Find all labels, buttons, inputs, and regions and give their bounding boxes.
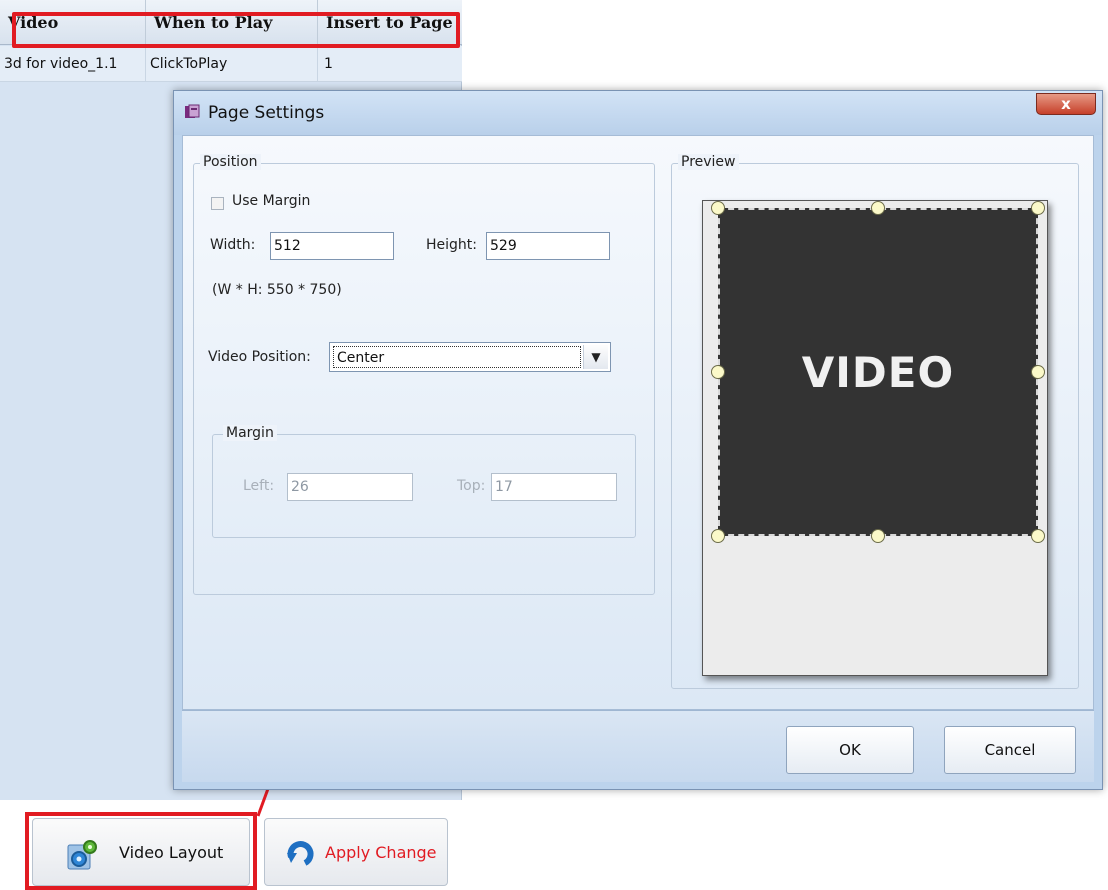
size-hint: (W * H: 550 * 750) bbox=[212, 282, 342, 298]
apply-change-button[interactable]: Apply Change bbox=[264, 818, 448, 886]
preview-group: Preview VIDEO bbox=[671, 154, 1079, 689]
chevron-down-icon[interactable]: ▼ bbox=[583, 345, 608, 369]
video-position-select[interactable]: Center ▼ bbox=[329, 342, 611, 372]
resize-handle-top-left[interactable] bbox=[711, 201, 725, 215]
height-input[interactable]: 529 bbox=[486, 232, 610, 260]
preview-legend: Preview bbox=[678, 154, 739, 170]
video-position-label: Video Position: bbox=[208, 349, 311, 365]
position-group: Position Use Margin Width: 512 Height: 5… bbox=[193, 154, 655, 595]
dialog-footer: OK Cancel bbox=[182, 710, 1094, 782]
resize-handle-bottom-right[interactable] bbox=[1031, 529, 1045, 543]
video-position-value: Center bbox=[333, 346, 581, 368]
width-label: Width: bbox=[210, 237, 256, 253]
use-margin-checkbox[interactable] bbox=[211, 197, 224, 210]
cell-video-name: 3d for video_1.1 bbox=[0, 46, 146, 82]
margin-group: Margin Left: 26 Top: 17 bbox=[212, 425, 636, 538]
margin-top-label: Top: bbox=[457, 478, 486, 494]
use-margin-label: Use Margin bbox=[232, 193, 311, 209]
video-placeholder[interactable]: VIDEO bbox=[718, 208, 1038, 536]
cancel-button[interactable]: Cancel bbox=[944, 726, 1076, 774]
dialog-content: Position Use Margin Width: 512 Height: 5… bbox=[182, 135, 1094, 710]
dialog-titlebar[interactable]: Page Settings x bbox=[174, 91, 1102, 135]
page-settings-dialog: Page Settings x Position Use Margin Widt… bbox=[173, 90, 1103, 790]
table-row[interactable]: 3d for video_1.1 ClickToPlay 1 bbox=[0, 46, 462, 82]
close-icon: x bbox=[1061, 95, 1071, 113]
resize-handle-bottom[interactable] bbox=[871, 529, 885, 543]
app-icon bbox=[184, 104, 200, 120]
margin-top-input[interactable]: 17 bbox=[491, 473, 617, 501]
cell-when-to-play: ClickToPlay bbox=[146, 46, 318, 82]
resize-handle-bottom-left[interactable] bbox=[711, 529, 725, 543]
margin-left-input[interactable]: 26 bbox=[287, 473, 413, 501]
dialog-title: Page Settings bbox=[208, 103, 325, 123]
close-button[interactable]: x bbox=[1036, 93, 1096, 115]
cell-insert-to-page: 1 bbox=[324, 56, 333, 72]
apply-change-label: Apply Change bbox=[325, 843, 437, 862]
margin-legend: Margin bbox=[223, 425, 277, 441]
height-label: Height: bbox=[426, 237, 477, 253]
video-layout-highlight-box bbox=[25, 812, 257, 890]
ok-button[interactable]: OK bbox=[786, 726, 914, 774]
video-placeholder-text: VIDEO bbox=[801, 348, 955, 397]
resize-handle-left[interactable] bbox=[711, 365, 725, 379]
margin-left-label: Left: bbox=[243, 478, 275, 494]
position-legend: Position bbox=[200, 154, 261, 170]
header-highlight-box bbox=[12, 12, 460, 48]
refresh-arrow-icon bbox=[285, 837, 317, 869]
resize-handle-right[interactable] bbox=[1031, 365, 1045, 379]
resize-handle-top-right[interactable] bbox=[1031, 201, 1045, 215]
resize-handle-top[interactable] bbox=[871, 201, 885, 215]
width-input[interactable]: 512 bbox=[270, 232, 394, 260]
